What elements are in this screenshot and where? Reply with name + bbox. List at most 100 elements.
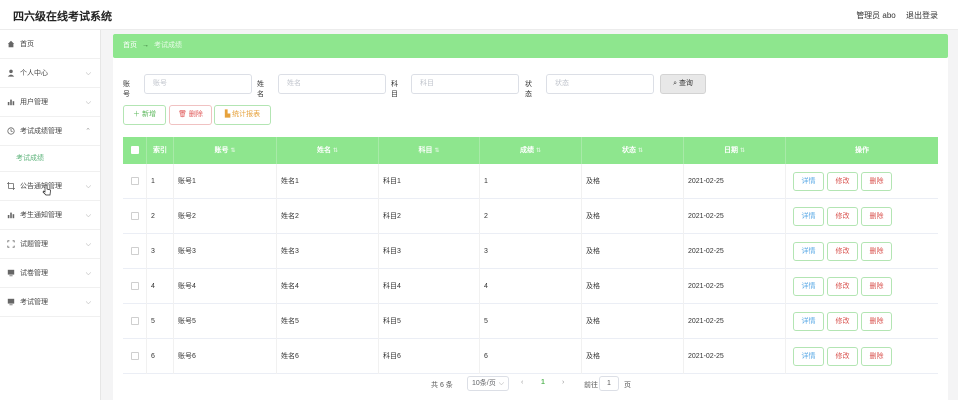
cell-status: 及格 <box>582 269 684 304</box>
add-button[interactable]: ＋ 新增 <box>123 105 166 125</box>
delete-button[interactable]: 删除 <box>861 242 892 261</box>
header-name[interactable]: 姓名 ⇅ <box>277 137 379 164</box>
edit-button[interactable]: 修改 <box>827 312 858 331</box>
sidebar-item-label: 考试管理 <box>20 299 48 306</box>
edit-button[interactable]: 修改 <box>827 242 858 261</box>
user-icon <box>7 69 15 77</box>
sidebar-item-candidate-notices[interactable]: 考生通知管理 ⌵ <box>0 201 100 230</box>
edit-button[interactable]: 修改 <box>827 207 858 226</box>
header-select-all[interactable] <box>123 137 147 164</box>
sidebar-subitem-exam-scores[interactable]: 考试成绩 <box>0 146 100 172</box>
cell-date: 2021-02-25 <box>684 164 786 199</box>
sidebar-item-questions[interactable]: 试题管理 ⌵ <box>0 230 100 259</box>
header-account[interactable]: 账号 ⇅ <box>174 137 277 164</box>
select-all-checkbox[interactable] <box>131 146 139 154</box>
row-checkbox[interactable] <box>131 282 139 290</box>
goto-page-input[interactable]: 1 <box>599 376 619 391</box>
sidebar-item-personal[interactable]: 个人中心 ⌵ <box>0 59 100 88</box>
breadcrumb: 首页 → 考试成绩 <box>113 34 948 58</box>
header-user-area: 管理员 abo 退出登录 <box>848 10 938 21</box>
cell-name: 姓名6 <box>277 339 379 374</box>
goto-label: 前往 <box>584 382 598 389</box>
cell-score: 2 <box>480 199 582 234</box>
account-label: 账号 <box>123 81 130 98</box>
chart-icon <box>7 212 15 219</box>
status-input[interactable]: 状态 <box>546 74 654 94</box>
next-page-button[interactable]: › <box>562 379 564 386</box>
cell-account: 账号2 <box>174 199 277 234</box>
header-date[interactable]: 日期 ⇅ <box>684 137 786 164</box>
header-score[interactable]: 成绩 ⇅ <box>480 137 582 164</box>
cell-index: 3 <box>147 234 174 269</box>
sidebar-item-users[interactable]: 用户管理 ⌵ <box>0 88 100 117</box>
row-checkbox[interactable] <box>131 247 139 255</box>
cell-actions: 详情 修改 删除 <box>786 199 938 234</box>
cell-index: 6 <box>147 339 174 374</box>
prev-page-button[interactable]: ‹ <box>521 379 523 386</box>
row-checkbox[interactable] <box>131 212 139 220</box>
edit-button[interactable]: 修改 <box>827 347 858 366</box>
sidebar-item-label: 用户管理 <box>20 99 48 106</box>
cell-account: 账号1 <box>174 164 277 199</box>
goto-suffix: 页 <box>624 382 631 389</box>
breadcrumb-home[interactable]: 首页 <box>123 42 137 49</box>
detail-button[interactable]: 详情 <box>793 277 824 296</box>
account-input[interactable]: 账号 <box>144 74 252 94</box>
total-count: 共 6 条 <box>431 382 453 389</box>
sidebar-item-home[interactable]: 首页 <box>0 30 100 59</box>
edit-button[interactable]: 修改 <box>827 172 858 191</box>
detail-button[interactable]: 详情 <box>793 172 824 191</box>
row-checkbox[interactable] <box>131 317 139 325</box>
search-icon: ⌕ <box>673 80 677 87</box>
cell-actions: 详情 修改 删除 <box>786 269 938 304</box>
detail-button[interactable]: 详情 <box>793 242 824 261</box>
logout-link[interactable]: 退出登录 <box>906 11 938 20</box>
cell-score: 1 <box>480 164 582 199</box>
sidebar-item-label: 考试成绩管理 <box>20 128 62 135</box>
stats-report-button[interactable]: ▙ 统计报表 <box>214 105 271 125</box>
sidebar-item-exams[interactable]: 考试管理 ⌵ <box>0 288 100 317</box>
detail-button[interactable]: 详情 <box>793 312 824 331</box>
cell-account: 账号4 <box>174 269 277 304</box>
monitor-icon <box>7 269 15 277</box>
row-select-cell <box>123 269 147 304</box>
cell-actions: 详情 修改 删除 <box>786 164 938 199</box>
delete-button[interactable]: 删除 <box>861 207 892 226</box>
status-label: 状态 <box>525 81 532 98</box>
add-button-label: 新增 <box>141 111 156 118</box>
sidebar-item-exam-scores-manage[interactable]: 考试成绩管理 ⌃ <box>0 117 100 146</box>
header-subject[interactable]: 科目 ⇅ <box>379 137 480 164</box>
header-status[interactable]: 状态 ⇅ <box>582 137 684 164</box>
edit-button[interactable]: 修改 <box>827 277 858 296</box>
delete-button[interactable]: 删除 <box>861 277 892 296</box>
batch-delete-button[interactable]: 🗑 删除 <box>169 105 212 125</box>
row-checkbox[interactable] <box>131 177 139 185</box>
pagination: 共 6 条 10条/页 ⌵ ‹ 1 › 前往 1 页 <box>113 376 948 392</box>
cell-subject: 科目4 <box>379 269 480 304</box>
home-icon <box>7 40 15 48</box>
chevron-down-icon: ⌵ <box>85 270 91 277</box>
main-content: 首页 → 考试成绩 账号 账号 姓名 姓名 科目 科目 状态 状态 ⌕ 查询 ＋ 新… <box>113 34 948 400</box>
delete-button[interactable]: 删除 <box>861 172 892 191</box>
row-select-cell <box>123 199 147 234</box>
cell-score: 4 <box>480 269 582 304</box>
detail-button[interactable]: 详情 <box>793 347 824 366</box>
table-row: 3 账号3 姓名3 科目3 3 及格 2021-02-25 详情 修改 删除 <box>123 234 938 269</box>
page-size-select[interactable]: 10条/页 ⌵ <box>467 376 509 391</box>
name-label: 姓名 <box>257 81 264 98</box>
name-input[interactable]: 姓名 <box>278 74 386 94</box>
table-row: 1 账号1 姓名1 科目1 1 及格 2021-02-25 详情 修改 删除 <box>123 164 938 199</box>
delete-button[interactable]: 删除 <box>861 347 892 366</box>
breadcrumb-current: 考试成绩 <box>154 42 182 49</box>
row-checkbox[interactable] <box>131 352 139 360</box>
search-button[interactable]: ⌕ 查询 <box>660 74 706 94</box>
cell-subject: 科目5 <box>379 304 480 339</box>
current-page[interactable]: 1 <box>541 379 545 386</box>
cell-actions: 详情 修改 删除 <box>786 304 938 339</box>
user-role-label: 管理员 abo <box>856 11 896 20</box>
subject-input[interactable]: 科目 <box>411 74 519 94</box>
cell-status: 及格 <box>582 339 684 374</box>
sidebar-item-papers[interactable]: 试卷管理 ⌵ <box>0 259 100 288</box>
detail-button[interactable]: 详情 <box>793 207 824 226</box>
delete-button[interactable]: 删除 <box>861 312 892 331</box>
